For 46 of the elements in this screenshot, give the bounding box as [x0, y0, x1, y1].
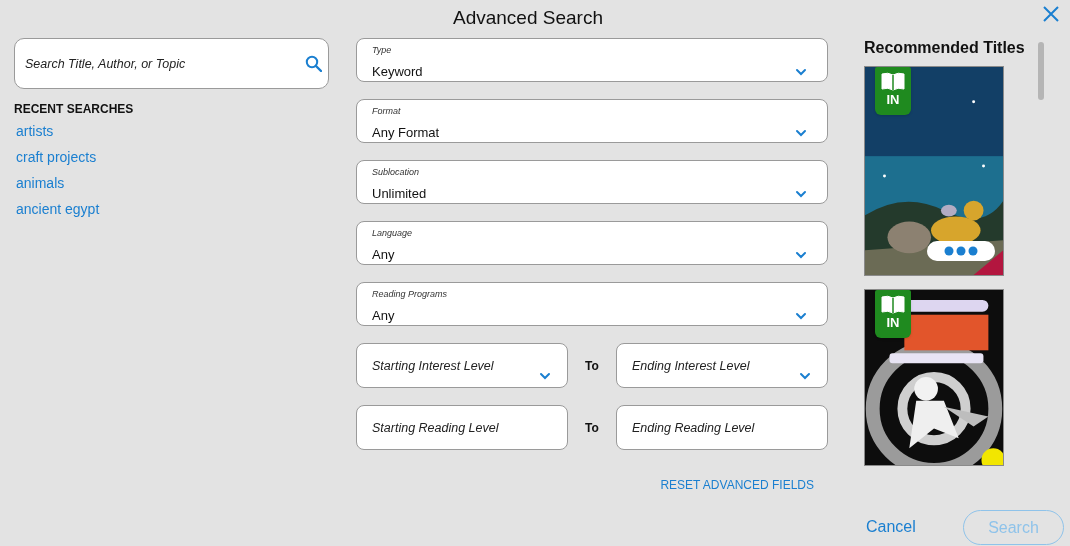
dialog-title: Advanced Search	[453, 6, 603, 30]
dropdown-field[interactable]: Language Any	[356, 221, 828, 265]
dots-icon	[944, 246, 978, 256]
chevron-icon	[795, 67, 807, 76]
field-label: Sublocation	[372, 167, 420, 178]
field-value: Any Format	[372, 125, 440, 140]
cancel-button[interactable]: Cancel	[866, 517, 916, 537]
recent-search-link[interactable]: artists	[16, 118, 54, 144]
field-value: Keyword	[372, 64, 423, 79]
field-label: Language	[372, 228, 413, 239]
section-heading: RECENT SEARCHES	[14, 102, 135, 116]
chevron-icon	[795, 189, 807, 198]
badge-label: IN	[886, 92, 900, 108]
input-field[interactable]: Ending Reading Level	[616, 405, 828, 450]
recent-search-link[interactable]: craft projects	[16, 144, 97, 170]
search-icon	[305, 55, 322, 72]
chevron-icon	[795, 128, 807, 137]
field-label: Type	[372, 45, 392, 56]
field-label: Format	[372, 106, 401, 117]
dropdown-field[interactable]: Type Keyword	[356, 38, 828, 82]
range-separator: To	[585, 419, 599, 437]
book-icon	[880, 71, 906, 92]
close-icon	[1042, 5, 1060, 23]
dropdown-field[interactable]: Ending Interest Level	[616, 343, 828, 388]
more-button[interactable]	[927, 241, 995, 261]
recent-search-link[interactable]: ancient egypt	[16, 196, 100, 222]
field-label: Reading Programs	[372, 289, 448, 300]
badge-label: IN	[886, 315, 900, 331]
field-value: Any	[372, 308, 395, 323]
chevron-icon	[795, 311, 807, 320]
dropdown-field[interactable]: Format Any Format	[356, 99, 828, 143]
range-separator: To	[585, 357, 599, 375]
input-field[interactable]: Starting Reading Level	[356, 405, 568, 450]
dropdown-field[interactable]: Sublocation Unlimited	[356, 160, 828, 204]
scrollbar-thumb[interactable]	[1038, 42, 1044, 100]
field-value: Unlimited	[372, 186, 427, 201]
reset-fields-button[interactable]: RESET ADVANCED FIELDS	[660, 478, 814, 492]
book-icon	[880, 294, 906, 315]
recent-search-link[interactable]: animals	[16, 170, 65, 196]
section-heading: Recommended Titles	[864, 38, 1026, 57]
dropdown-field[interactable]: Starting Interest Level	[356, 343, 568, 388]
close-button[interactable]	[1042, 4, 1062, 24]
field-value: Any	[372, 247, 395, 262]
search-field[interactable]: Search Title, Author, or Topic	[14, 38, 329, 89]
chevron-icon	[795, 250, 807, 259]
dropdown-field[interactable]: Reading Programs Any	[356, 282, 828, 326]
